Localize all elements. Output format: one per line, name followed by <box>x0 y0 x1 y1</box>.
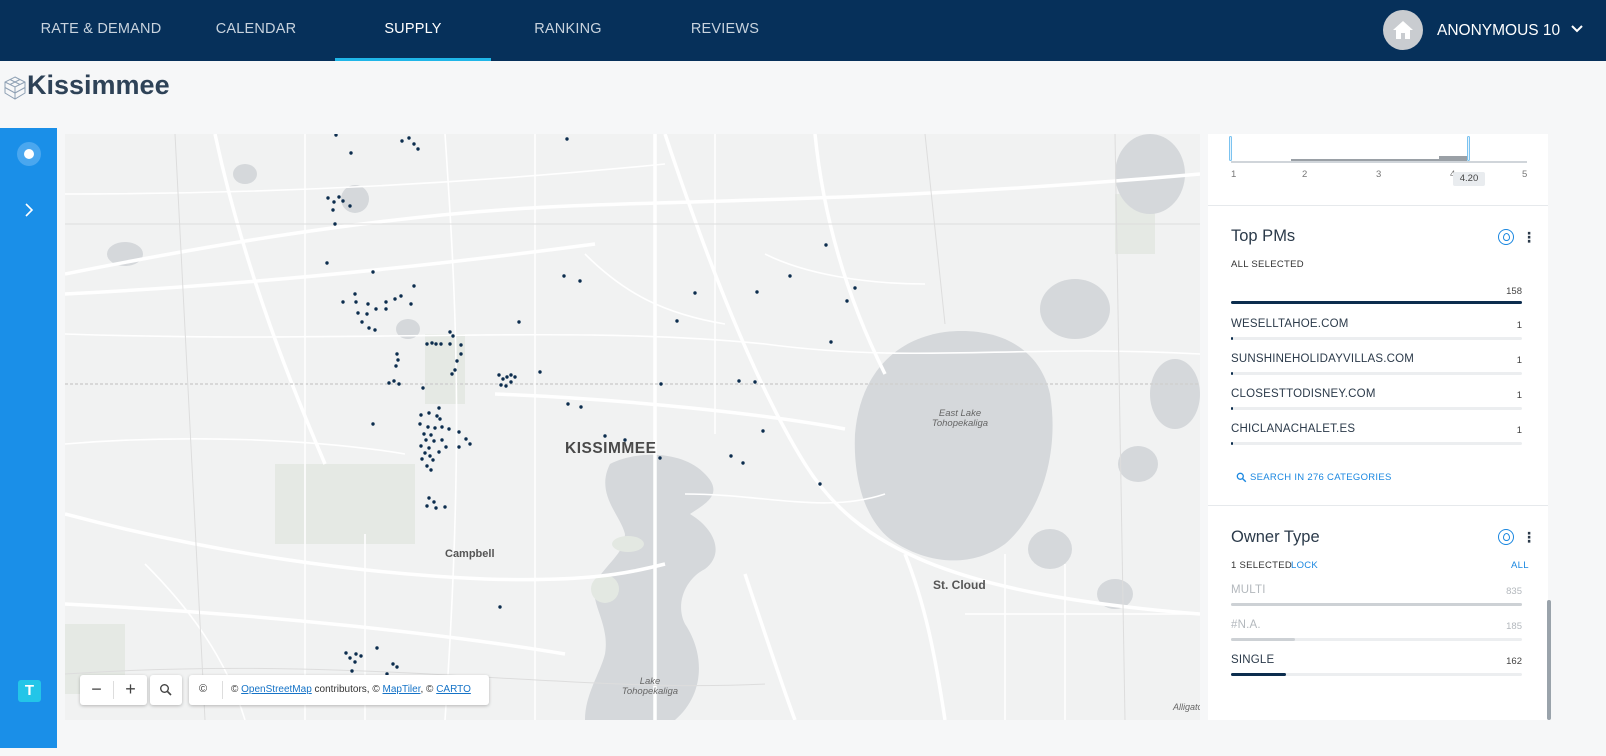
owner-row-value: 162 <box>1506 656 1522 667</box>
rating-histogram-bar-high <box>1439 156 1467 161</box>
home-icon <box>1393 21 1413 39</box>
tab-ranking[interactable]: RANKING <box>500 0 636 61</box>
tab-rate-demand[interactable]: RATE & DEMAND <box>32 0 170 61</box>
top-navigation: RATE & DEMAND CALENDAR SUPPLY RANKING RE… <box>0 0 1606 61</box>
search-icon <box>1236 472 1247 483</box>
map-basemap <box>65 134 1200 720</box>
pm-row-value: 1 <box>1516 425 1522 436</box>
search-icon <box>160 684 172 696</box>
section-divider <box>1208 205 1548 206</box>
search-categories-label: SEARCH IN 276 CATEGORIES <box>1250 472 1392 483</box>
user-name[interactable]: ANONYMOUS 10 <box>1437 0 1560 61</box>
attribution-prefix: © <box>231 684 239 695</box>
openstreetmap-link[interactable]: OpenStreetMap <box>241 684 312 695</box>
zoom-in-button[interactable]: + <box>114 675 147 705</box>
lock-button[interactable]: LOCK <box>1291 560 1318 571</box>
select-all-button[interactable]: ALL <box>1511 560 1529 571</box>
owner-row-label[interactable]: SINGLE <box>1231 654 1274 666</box>
left-rail: T <box>0 128 57 748</box>
panel-scrollbar[interactable] <box>1547 600 1551 720</box>
pm-row-bar <box>1231 407 1522 410</box>
rating-tick: 1 <box>1231 169 1237 180</box>
avatar[interactable] <box>1383 10 1423 50</box>
zoom-control: − + <box>80 675 147 705</box>
chevron-right-icon[interactable] <box>22 202 36 218</box>
rating-range-handle-max[interactable] <box>1467 136 1470 161</box>
city-cube-icon <box>4 76 26 100</box>
filter-toggle-icon[interactable] <box>17 142 41 166</box>
owner-row-bar <box>1231 603 1522 606</box>
pm-row-label[interactable]: CLOSESTTODISNEY.COM <box>1231 388 1376 400</box>
more-options-icon[interactable]: ⋮ <box>1522 230 1536 246</box>
more-options-icon[interactable]: ⋮ <box>1522 530 1536 546</box>
section-divider <box>1208 505 1548 506</box>
rating-selected-tooltip: 4.20 <box>1453 172 1485 186</box>
owner-type-title: Owner Type <box>1231 528 1320 546</box>
rating-tick: 5 <box>1522 169 1528 180</box>
map-attribution: © © OpenStreetMap contributors, © MapTil… <box>189 675 489 705</box>
rating-histogram-bars <box>1291 159 1443 161</box>
carto-link[interactable]: CARTO <box>436 684 471 695</box>
owner-row-fill <box>1231 638 1296 641</box>
owner-row-value: 835 <box>1506 586 1522 597</box>
top-pms-total: 158 <box>1506 286 1522 297</box>
owner-row-fill <box>1231 673 1287 676</box>
map-label-st-cloud: St. Cloud <box>933 578 986 592</box>
chevron-down-icon[interactable] <box>1571 22 1583 36</box>
top-pms-status: ALL SELECTED <box>1231 259 1304 270</box>
tab-reviews[interactable]: REVIEWS <box>657 0 793 61</box>
pm-row-value: 1 <box>1516 320 1522 331</box>
map-label-east-lake: East Lake Tohopekaliga <box>931 408 989 429</box>
color-by-icon[interactable] <box>1498 529 1514 545</box>
rating-histogram-axis <box>1231 161 1527 163</box>
attribution-toggle-button[interactable]: © <box>199 683 207 695</box>
tab-supply[interactable]: SUPPLY <box>335 0 491 61</box>
map-search-button[interactable] <box>150 675 182 705</box>
pm-row-value: 1 <box>1516 355 1522 366</box>
pm-row-value: 1 <box>1516 390 1522 401</box>
owner-row-bar <box>1231 673 1522 676</box>
map-label-lake-toho: Lake Tohopekaliga <box>621 676 679 697</box>
rating-range-handle-min[interactable] <box>1229 136 1232 161</box>
maptiler-link[interactable]: MapTiler <box>383 684 421 695</box>
top-pms-total-fill <box>1231 301 1522 304</box>
filters-panel: 1 2 3 4 5 4.20 Top PMs ⋮ ALL SELECTED 15… <box>1208 134 1548 720</box>
color-by-icon[interactable] <box>1498 229 1514 245</box>
page-title: Kissimmee <box>27 70 170 100</box>
owner-row-value: 185 <box>1506 621 1522 632</box>
owner-type-status: 1 SELECTED <box>1231 560 1293 571</box>
map-label-kissimmee: KISSIMMEE <box>565 440 657 457</box>
pm-row-label[interactable]: CHICLANACHALET.ES <box>1231 423 1355 435</box>
pm-row-bar <box>1231 442 1522 445</box>
owner-row-fill <box>1231 603 1522 606</box>
attribution-mid1: contributors, © <box>314 684 380 695</box>
pm-row-fill <box>1231 442 1233 445</box>
pm-row-label[interactable]: WESELLTAHOE.COM <box>1231 318 1349 330</box>
tab-calendar[interactable]: CALENDAR <box>188 0 324 61</box>
owner-row-label[interactable]: MULTI <box>1231 584 1266 596</box>
rating-tick: 2 <box>1302 169 1308 180</box>
owner-row-bar <box>1231 638 1522 641</box>
zoom-out-button[interactable]: − <box>80 675 113 705</box>
attribution-text: © OpenStreetMap contributors, © MapTiler… <box>231 684 471 695</box>
pm-row-fill <box>1231 407 1233 410</box>
pm-row-fill <box>1231 372 1233 375</box>
top-pms-title: Top PMs <box>1231 227 1296 245</box>
pm-row-label[interactable]: SUNSHINEHOLIDAYVILLAS.COM <box>1231 353 1414 365</box>
map-label-campbell: Campbell <box>445 548 495 560</box>
pm-row-bar <box>1231 337 1522 340</box>
pm-row-fill <box>1231 337 1233 340</box>
rating-tick: 3 <box>1376 169 1382 180</box>
attribution-mid2: , © <box>420 684 434 695</box>
attribution-divider <box>222 681 223 699</box>
owner-row-label[interactable]: #N.A. <box>1231 619 1261 631</box>
pm-row-bar <box>1231 372 1522 375</box>
top-pms-total-bar <box>1231 301 1522 304</box>
map-label-alligator: Alligato <box>1173 702 1200 712</box>
property-markers <box>325 134 857 676</box>
map-view[interactable]: KISSIMMEE Campbell St. Cloud East Lake T… <box>65 134 1200 720</box>
brand-logo-icon[interactable]: T <box>18 680 41 702</box>
